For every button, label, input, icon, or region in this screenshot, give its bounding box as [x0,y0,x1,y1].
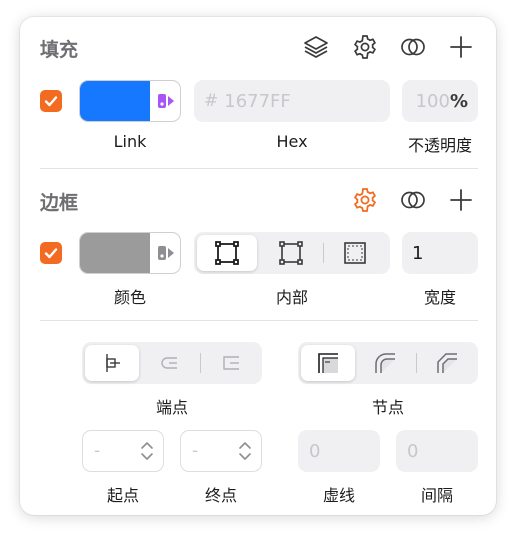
cap-style-segmented [82,342,262,384]
opacity-value: 100 [415,90,450,112]
fill-color-label: Link [113,132,147,151]
gap-label: 间隔 [420,486,453,505]
segment-separator [416,353,417,373]
overlap-circles-icon[interactable] [399,33,427,61]
plus-icon[interactable] [447,33,475,61]
cap-round-icon[interactable] [142,345,196,381]
start-marker-value: - [94,441,101,461]
color-token-icon [150,233,180,273]
join-style-segmented [298,342,478,384]
cap-square-icon[interactable] [204,345,258,381]
center-border-icon[interactable] [261,235,321,271]
opacity-label: 不透明度 [407,136,472,155]
chevron-up-down-icon [139,440,155,466]
fill-enabled-checkbox[interactable] [40,90,62,112]
gear-icon[interactable] [351,186,379,214]
border-width-input[interactable]: 1 [402,232,478,274]
border-color-swatch[interactable] [79,232,181,274]
join-style-label: 节点 [371,398,404,417]
plus-icon[interactable] [447,186,475,214]
section-divider [40,320,478,321]
hex-prefix: # [204,91,219,111]
start-marker-select[interactable]: - [82,430,164,472]
fill-section-title: 填充 [40,39,79,61]
end-marker-select[interactable]: - [180,430,262,472]
fill-color-swatch[interactable] [79,80,181,122]
border-enabled-checkbox[interactable] [40,242,62,264]
segment-separator [200,353,201,373]
border-position-segmented [194,232,390,274]
end-marker-label: 终点 [204,486,237,505]
fill-color-preview [80,81,150,121]
section-divider [40,168,478,169]
outside-border-icon[interactable] [325,235,385,271]
hex-value: 1677FF [224,90,291,112]
border-section-title: 边框 [40,192,79,214]
border-position-label: 内部 [275,288,308,307]
dash-value: 0 [309,440,321,462]
border-width-label: 宽度 [423,288,456,307]
inside-border-icon[interactable] [197,235,257,271]
opacity-input[interactable]: 100 % [402,80,478,122]
segment-separator [323,243,324,263]
hex-input[interactable]: # 1677FF [194,80,390,122]
border-color-label: 颜色 [113,288,146,307]
gap-value: 0 [407,440,419,462]
cap-butt-icon[interactable] [85,345,139,381]
chevron-up-down-icon [237,440,253,466]
overlap-circles-icon[interactable] [399,186,427,214]
hex-label: Hex [276,132,308,151]
gap-input[interactable]: 0 [396,430,478,472]
color-token-icon [150,81,180,121]
border-color-preview [80,233,150,273]
dash-label: 虚线 [322,486,355,505]
gear-icon[interactable] [351,33,379,61]
layers-icon[interactable] [302,33,330,61]
opacity-unit: % [449,90,468,112]
join-miter-icon[interactable] [301,345,355,381]
cap-style-label: 端点 [155,398,188,417]
end-marker-value: - [192,441,199,461]
style-panel: 填充 Link # 1677FF Hex 100 % 不透明度 边框 颜色 内部… [20,17,496,515]
join-round-icon[interactable] [358,345,412,381]
join-bevel-icon[interactable] [420,345,474,381]
dash-input[interactable]: 0 [298,430,380,472]
border-width-value: 1 [412,242,424,264]
start-marker-label: 起点 [106,486,139,505]
